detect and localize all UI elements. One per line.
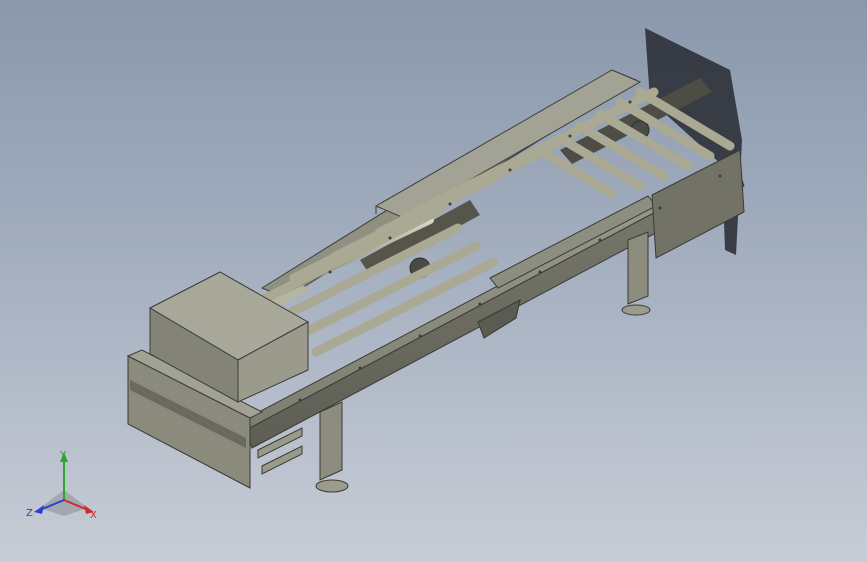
y-axis-label: Y (59, 450, 67, 461)
conveyor-model[interactable] (0, 0, 867, 562)
axis-triad: Y X Z (26, 450, 97, 521)
z-axis-arrow (34, 505, 44, 514)
roller (258, 216, 434, 308)
graphics-viewport[interactable]: Y X Z (0, 0, 867, 562)
x-axis-label: X (90, 510, 97, 521)
z-axis-label: Z (26, 508, 33, 519)
